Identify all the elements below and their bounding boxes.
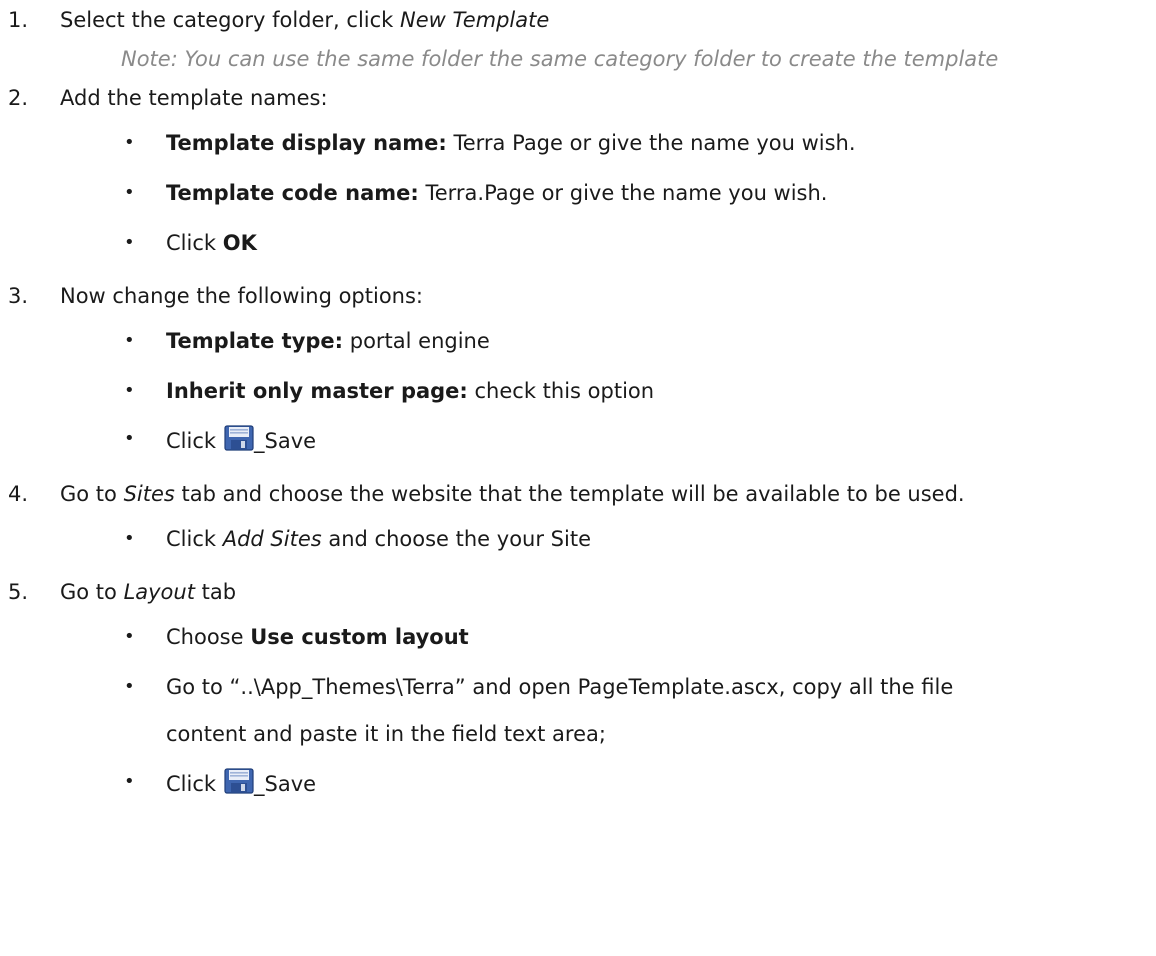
step-text: Select the category folder, click New Te… xyxy=(60,8,550,32)
bullet-dot: • xyxy=(124,676,135,697)
save-icon xyxy=(224,768,254,794)
step-number: 1. xyxy=(8,8,29,32)
step-text: Go to Sites tab and choose the website t… xyxy=(60,482,965,506)
step-number: 4. xyxy=(8,482,29,506)
bullet-dot: • xyxy=(124,380,135,401)
bullet-dot: • xyxy=(124,771,135,792)
step-text: Go to Layout tab xyxy=(60,580,237,604)
bullet-dot: • xyxy=(124,330,135,351)
bullet-dot: • xyxy=(124,626,135,647)
step-text: Add the template names: xyxy=(60,86,328,110)
step-5-bullet-2-continued: content and paste it in the field text a… xyxy=(166,722,606,746)
step-number: 5. xyxy=(8,580,29,604)
bullet-dot: • xyxy=(124,528,135,549)
instructions-document: 1. Select the category folder, click New… xyxy=(8,8,999,796)
bullet-dot: • xyxy=(124,232,135,253)
save-icon xyxy=(224,425,254,451)
step-number: 2. xyxy=(8,86,29,110)
bullet-dot: • xyxy=(124,132,135,153)
step-text: Now change the following options: xyxy=(60,284,424,308)
step-1-note: Note: You can use the same folder the sa… xyxy=(121,47,999,71)
step-number: 3. xyxy=(8,284,29,308)
bullet-dot: • xyxy=(124,182,135,203)
bullet-dot: • xyxy=(124,428,135,449)
